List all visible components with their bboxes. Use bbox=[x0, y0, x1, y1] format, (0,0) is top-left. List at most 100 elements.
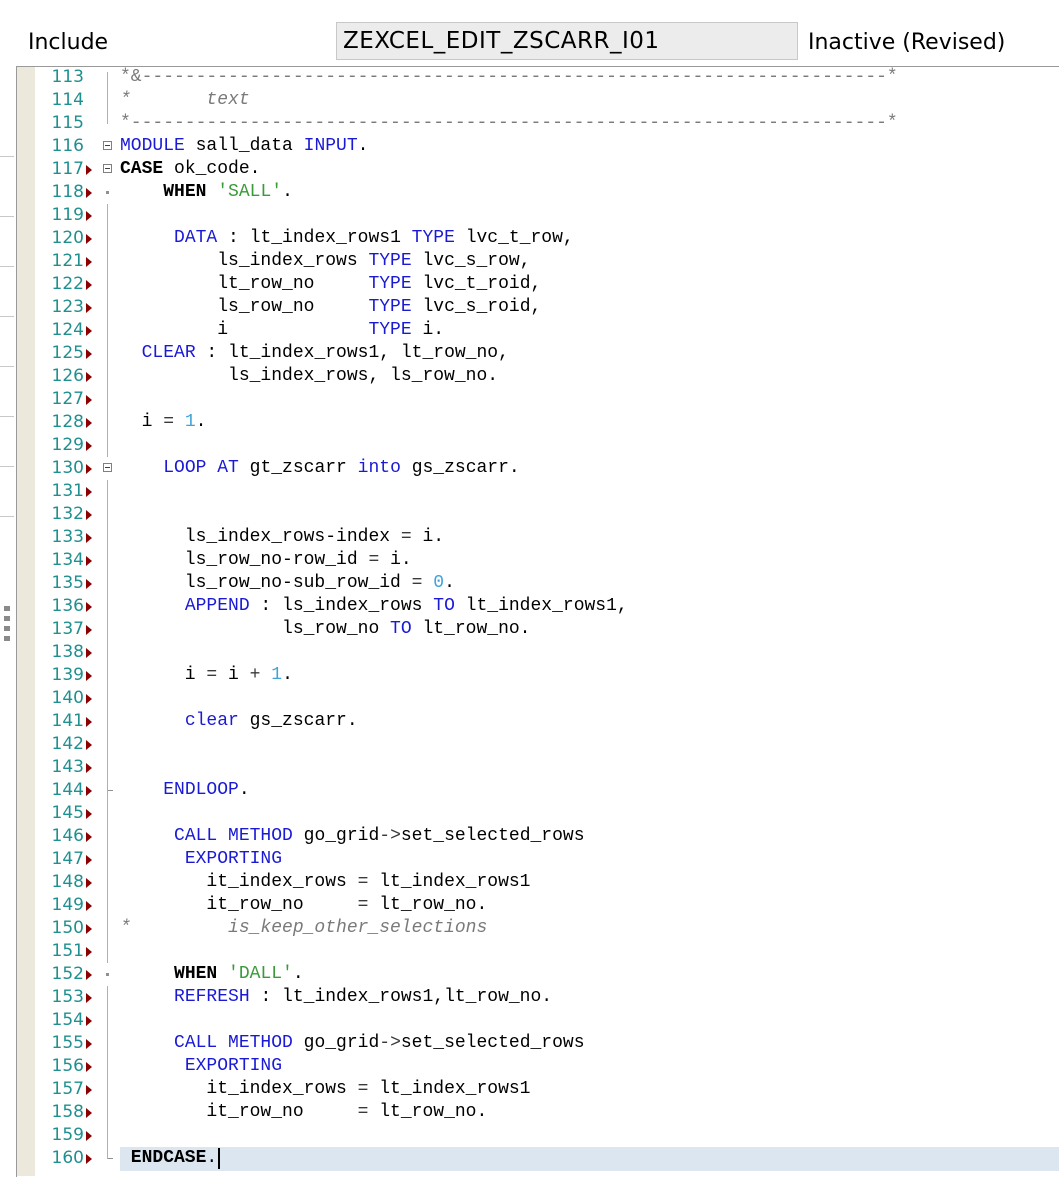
fold-guide bbox=[107, 204, 108, 227]
code-line[interactable]: 129 bbox=[0, 434, 1059, 457]
code-line[interactable]: 116 MODULE sall_data INPUT. bbox=[0, 135, 1059, 158]
code-line[interactable]: 126 ls_index_rows, ls_row_no. bbox=[0, 365, 1059, 388]
code-line[interactable]: 113 *&-----------------------------------… bbox=[0, 66, 1059, 89]
code-line[interactable]: 124 i TYPE i. bbox=[0, 319, 1059, 342]
code-text[interactable]: ls_row_no TO lt_row_no. bbox=[120, 618, 530, 641]
code-token: . bbox=[195, 412, 207, 432]
code-text[interactable]: i = i + 1. bbox=[120, 664, 293, 687]
code-text[interactable]: CLEAR : lt_index_rows1, lt_row_no, bbox=[120, 342, 509, 365]
line-number: 147 bbox=[51, 849, 84, 869]
code-line[interactable]: 157 it_index_rows = lt_index_rows1 bbox=[0, 1078, 1059, 1101]
code-text[interactable]: ls_row_no-row_id = i. bbox=[120, 549, 412, 572]
code-line[interactable]: 120 DATA : lt_index_rows1 TYPE lvc_t_row… bbox=[0, 227, 1059, 250]
code-line[interactable]: 151 bbox=[0, 940, 1059, 963]
code-line[interactable]: 121 ls_index_rows TYPE lvc_s_row, bbox=[0, 250, 1059, 273]
code-line[interactable]: 135 ls_row_no-sub_row_id = 0. bbox=[0, 572, 1059, 595]
code-text[interactable]: * text bbox=[120, 89, 250, 112]
code-line[interactable]: 152 WHEN 'DALL'. bbox=[0, 963, 1059, 986]
code-text[interactable]: EXPORTING bbox=[120, 1055, 282, 1078]
object-name-field[interactable]: ZEXCEL_EDIT_ZSCARR_I01 bbox=[336, 22, 798, 60]
code-line[interactable]: 154 bbox=[0, 1009, 1059, 1032]
code-line[interactable]: 155 CALL METHOD go_grid->set_selected_ro… bbox=[0, 1032, 1059, 1055]
code-text[interactable]: DATA : lt_index_rows1 TYPE lvc_t_row, bbox=[120, 227, 574, 250]
code-text[interactable]: lt_row_no TYPE lvc_t_roid, bbox=[120, 273, 541, 296]
code-line[interactable]: 159 bbox=[0, 1124, 1059, 1147]
line-number: 128 bbox=[51, 412, 84, 432]
code-text[interactable]: CALL METHOD go_grid->set_selected_rows bbox=[120, 825, 585, 848]
code-line[interactable]: 138 bbox=[0, 641, 1059, 664]
code-text[interactable]: EXPORTING bbox=[120, 848, 282, 871]
code-line[interactable]: 123 ls_row_no TYPE lvc_s_roid, bbox=[0, 296, 1059, 319]
code-token: lt_row_no. bbox=[368, 895, 488, 915]
code-text[interactable]: ls_index_rows, ls_row_no. bbox=[120, 365, 498, 388]
code-line[interactable]: 140 bbox=[0, 687, 1059, 710]
code-line[interactable]: 158 it_row_no = lt_row_no. bbox=[0, 1101, 1059, 1124]
code-line[interactable]: 141 clear gs_zscarr. bbox=[0, 710, 1059, 733]
code-token: : ls_index_rows bbox=[249, 596, 434, 616]
code-line[interactable]: 119 bbox=[0, 204, 1059, 227]
collapse-block-icon[interactable] bbox=[103, 141, 112, 150]
code-line[interactable]: 125 CLEAR : lt_index_rows1, lt_row_no, bbox=[0, 342, 1059, 365]
code-text[interactable]: CASE ok_code. bbox=[120, 158, 260, 181]
code-line[interactable]: 153 REFRESH : lt_index_rows1,lt_row_no. bbox=[0, 986, 1059, 1009]
code-text[interactable]: clear gs_zscarr. bbox=[120, 710, 358, 733]
code-text[interactable]: ls_row_no TYPE lvc_s_roid, bbox=[120, 296, 541, 319]
code-text[interactable]: i = 1. bbox=[120, 411, 207, 434]
code-line[interactable]: 133 ls_index_rows-index = i. bbox=[0, 526, 1059, 549]
line-marker-icon bbox=[86, 924, 92, 934]
line-number: 134 bbox=[51, 550, 84, 570]
collapse-block-icon[interactable] bbox=[103, 164, 112, 173]
code-text[interactable]: ENDLOOP. bbox=[120, 779, 249, 802]
code-line[interactable]: 143 bbox=[0, 756, 1059, 779]
code-line[interactable]: 144 ENDLOOP. bbox=[0, 779, 1059, 802]
code-text[interactable]: WHEN 'DALL'. bbox=[120, 963, 304, 986]
code-text[interactable]: * is_keep_other_selections bbox=[120, 917, 487, 940]
code-text[interactable]: REFRESH : lt_index_rows1,lt_row_no. bbox=[120, 986, 552, 1009]
code-line[interactable]: 114 * text bbox=[0, 89, 1059, 112]
code-line[interactable]: 118 WHEN 'SALL'. bbox=[0, 181, 1059, 204]
code-line[interactable]: 137 ls_row_no TO lt_row_no. bbox=[0, 618, 1059, 641]
code-text[interactable]: MODULE sall_data INPUT. bbox=[120, 135, 368, 158]
code-line[interactable]: 142 bbox=[0, 733, 1059, 756]
code-line[interactable]: 145 bbox=[0, 802, 1059, 825]
code-text[interactable]: ls_index_rows TYPE lvc_s_row, bbox=[120, 250, 530, 273]
code-text[interactable]: it_row_no = lt_row_no. bbox=[120, 1101, 487, 1124]
code-line[interactable]: 150 * is_keep_other_selections bbox=[0, 917, 1059, 940]
code-text[interactable]: it_index_rows = lt_index_rows1 bbox=[120, 1078, 530, 1101]
code-text[interactable]: CALL METHOD go_grid->set_selected_rows bbox=[120, 1032, 585, 1055]
code-line[interactable]: 146 CALL METHOD go_grid->set_selected_ro… bbox=[0, 825, 1059, 848]
code-line[interactable]: 156 EXPORTING bbox=[0, 1055, 1059, 1078]
code-token: ls_row_no bbox=[120, 297, 369, 317]
code-line[interactable]: 128 i = 1. bbox=[0, 411, 1059, 434]
code-line[interactable]: 115 *------------------------------------… bbox=[0, 112, 1059, 135]
code-text[interactable]: *---------------------------------------… bbox=[120, 112, 898, 135]
code-line[interactable]: 136 APPEND : ls_index_rows TO lt_index_r… bbox=[0, 595, 1059, 618]
code-line[interactable]: 127 bbox=[0, 388, 1059, 411]
code-line[interactable]: 122 lt_row_no TYPE lvc_t_roid, bbox=[0, 273, 1059, 296]
code-line[interactable]: 149 it_row_no = lt_row_no. bbox=[0, 894, 1059, 917]
code-text[interactable]: i TYPE i. bbox=[120, 319, 444, 342]
code-text[interactable]: it_row_no = lt_row_no. bbox=[120, 894, 487, 917]
code-line[interactable]: 134 ls_row_no-row_id = i. bbox=[0, 549, 1059, 572]
code-line[interactable]: 131 bbox=[0, 480, 1059, 503]
code-text[interactable]: ls_row_no-sub_row_id = 0. bbox=[120, 572, 455, 595]
fold-guide bbox=[107, 388, 108, 411]
code-line[interactable]: 139 i = i + 1. bbox=[0, 664, 1059, 687]
code-text[interactable]: APPEND : ls_index_rows TO lt_index_rows1… bbox=[120, 595, 628, 618]
code-line[interactable]: 132 bbox=[0, 503, 1059, 526]
code-line[interactable]: 147 EXPORTING bbox=[0, 848, 1059, 871]
fold-guide bbox=[107, 825, 108, 848]
code-text[interactable]: it_index_rows = lt_index_rows1 bbox=[120, 871, 530, 894]
code-text[interactable]: ENDCASE. bbox=[120, 1147, 217, 1170]
code-line[interactable]: 130 LOOP AT gt_zscarr into gs_zscarr. bbox=[0, 457, 1059, 480]
line-marker-icon bbox=[86, 165, 92, 175]
code-token: i bbox=[120, 412, 164, 432]
code-text[interactable]: ls_index_rows-index = i. bbox=[120, 526, 444, 549]
collapse-block-icon[interactable] bbox=[103, 463, 112, 472]
code-text[interactable]: WHEN 'SALL'. bbox=[120, 181, 293, 204]
code-line[interactable]: 148 it_index_rows = lt_index_rows1 bbox=[0, 871, 1059, 894]
code-line[interactable]: 160 ENDCASE. bbox=[0, 1147, 1059, 1170]
code-text[interactable]: *&--------------------------------------… bbox=[120, 66, 898, 89]
code-line[interactable]: 117 CASE ok_code. bbox=[0, 158, 1059, 181]
code-text[interactable]: LOOP AT gt_zscarr into gs_zscarr. bbox=[120, 457, 520, 480]
